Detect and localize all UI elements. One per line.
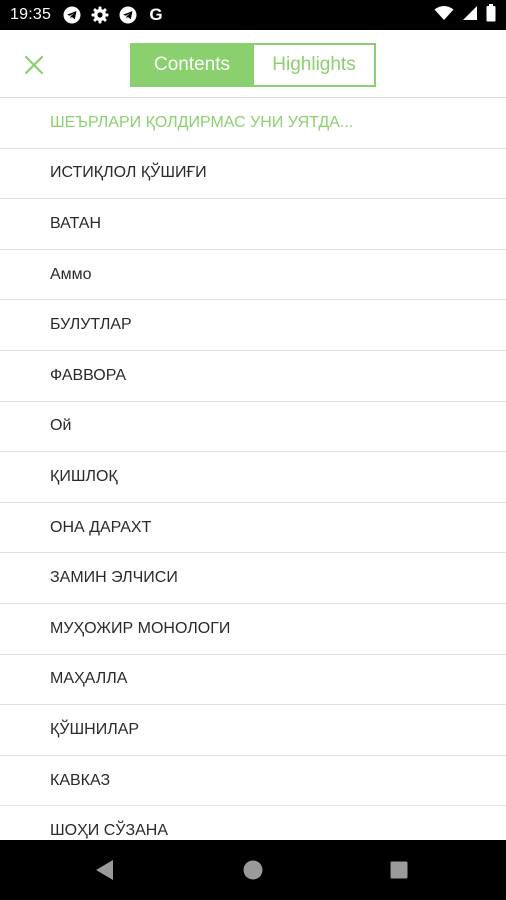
google-icon: G: [149, 5, 163, 24]
contents-highlights-switch: Contents Highlights: [130, 43, 376, 87]
telegram-icon: [119, 6, 137, 24]
status-bar: 19:35 G: [0, 0, 506, 30]
gear-icon: [91, 6, 109, 24]
signal-icon: [462, 5, 478, 26]
home-icon: [243, 860, 263, 880]
list-item[interactable]: ҚИШЛОҚ: [0, 452, 506, 503]
battery-icon: [486, 3, 496, 27]
contents-list: ШЕЪРЛАРИ ҚОЛДИРМАС УНИ УЯТДА... ИСТИҚЛОЛ…: [0, 98, 506, 840]
back-icon: [96, 860, 113, 880]
recents-button[interactable]: [387, 858, 411, 882]
tab-highlights[interactable]: Highlights: [252, 45, 374, 85]
telegram-icon: [63, 6, 81, 24]
list-item[interactable]: ҚЎШНИЛАР: [0, 705, 506, 756]
list-item[interactable]: БУЛУТЛАР: [0, 300, 506, 351]
list-item[interactable]: ЗАМИН ЭЛЧИСИ: [0, 553, 506, 604]
list-item[interactable]: Ой: [0, 402, 506, 453]
list-item[interactable]: МАҲАЛЛА: [0, 655, 506, 706]
wifi-icon: [434, 5, 454, 26]
list-item-current-chapter[interactable]: ШЕЪРЛАРИ ҚОЛДИРМАС УНИ УЯТДА...: [0, 98, 506, 149]
list-item[interactable]: Аммо: [0, 250, 506, 301]
home-button[interactable]: [241, 858, 265, 882]
list-item[interactable]: МУҲОЖИР МОНОЛОГИ: [0, 604, 506, 655]
list-item[interactable]: ВАТАН: [0, 199, 506, 250]
system-icons: [434, 3, 496, 27]
close-button[interactable]: [18, 49, 50, 81]
tab-contents[interactable]: Contents: [132, 45, 252, 85]
list-item[interactable]: ФАВВОРА: [0, 351, 506, 402]
navigation-bar: [0, 840, 506, 900]
list-item[interactable]: ИСТИҚЛОЛ ҚЎШИҒИ: [0, 149, 506, 200]
status-time: 19:35: [10, 6, 52, 23]
recents-icon: [390, 861, 408, 879]
notification-icons: G: [63, 6, 165, 24]
screen: 19:35 G Contents Highlights ШЕЪРЛАРИ ҚОЛ…: [0, 0, 506, 900]
toolbar: Contents Highlights: [0, 30, 506, 98]
list-item[interactable]: ОНА ДАРАХТ: [0, 503, 506, 554]
list-item[interactable]: ШОҲИ СЎЗАНА: [0, 806, 506, 840]
back-button[interactable]: [93, 858, 117, 882]
close-icon: [24, 55, 44, 75]
list-item[interactable]: КАВКАЗ: [0, 756, 506, 807]
